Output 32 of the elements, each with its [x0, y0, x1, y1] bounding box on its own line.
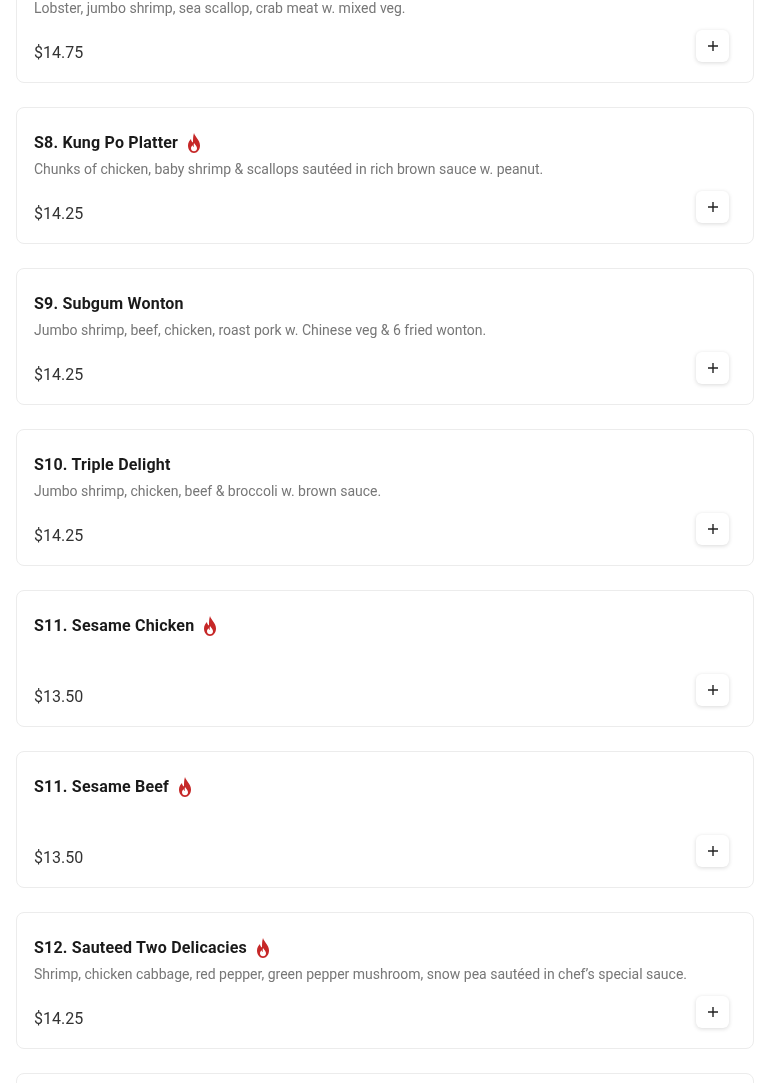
item-description: Jumbo shrimp, beef, chicken, roast pork w. Chinese veg & 6 fried wonton. [34, 321, 488, 340]
item-description: Chunks of chicken, baby shrimp & scallops sautéed in rich brown sauce w. peanut. [34, 160, 545, 179]
item-price: $14.25 [34, 203, 84, 225]
item-title: S8. Kung Po Platter [34, 133, 179, 153]
item-price: $14.25 [34, 525, 84, 547]
item-price: $14.75 [34, 42, 84, 64]
item-description: Shrimp, chicken cabbage, red pepper, green pepper mushroom, snow pea sautéed in chef’s special sauce. [34, 965, 689, 984]
item-price: $13.50 [34, 847, 84, 869]
add-button[interactable] [696, 674, 729, 706]
add-button[interactable] [696, 513, 729, 545]
item-title: S11. Sesame Chicken [34, 616, 195, 636]
item-price: $13.50 [34, 686, 84, 708]
item-title: S9. Subgum Wonton [34, 294, 184, 314]
plus-icon [706, 201, 719, 213]
plus-icon [706, 362, 719, 374]
item-title: S10. Triple Delight [34, 455, 171, 475]
add-button[interactable] [696, 835, 729, 867]
plus-icon [706, 684, 719, 696]
item-price: $14.25 [34, 1008, 84, 1030]
item-price: $14.25 [34, 364, 84, 386]
item-description: Jumbo shrimp, chicken, beef & broccoli w. brown sauce. [34, 482, 383, 501]
add-button[interactable] [696, 191, 729, 223]
item-description: Lobster, jumbo shrimp, sea scallop, crab meat w. mixed veg. [34, 0, 407, 18]
add-button[interactable] [696, 352, 729, 384]
item-title: S11. Sesame Beef [34, 777, 169, 797]
plus-icon [706, 845, 719, 857]
item-title: S12. Sauteed Two Delicacies [34, 938, 247, 958]
plus-icon [706, 40, 719, 52]
add-button[interactable] [696, 30, 729, 62]
plus-icon [706, 1006, 719, 1018]
add-button[interactable] [696, 996, 729, 1028]
plus-icon [706, 523, 719, 535]
